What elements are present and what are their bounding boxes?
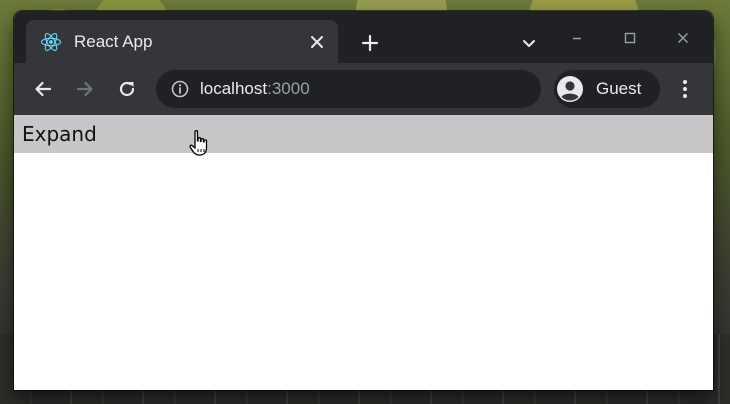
address-bar[interactable]: localhost:3000 xyxy=(156,70,541,108)
expand-label: Expand xyxy=(22,122,97,146)
maximize-icon[interactable] xyxy=(610,23,650,53)
close-tab-icon[interactable] xyxy=(302,27,332,57)
guest-avatar-icon xyxy=(556,75,584,103)
back-arrow-icon[interactable] xyxy=(28,74,58,104)
new-tab-icon[interactable] xyxy=(355,28,385,58)
forward-arrow-icon[interactable] xyxy=(70,74,100,104)
hand-pointer-icon xyxy=(188,129,212,157)
tab-react-app[interactable]: React App xyxy=(26,20,338,63)
kebab-menu-icon[interactable] xyxy=(670,74,700,104)
info-icon[interactable] xyxy=(170,79,190,99)
page-content: Expand xyxy=(14,115,713,390)
react-logo-icon xyxy=(40,31,62,53)
close-window-icon[interactable] xyxy=(663,23,703,53)
reload-icon[interactable] xyxy=(112,74,142,104)
url-port: :3000 xyxy=(267,79,310,98)
expand-button[interactable]: Expand xyxy=(14,115,713,153)
url-host: localhost xyxy=(200,79,268,98)
url-text: localhost:3000 xyxy=(200,79,310,99)
tab-title: React App xyxy=(74,31,153,51)
chevron-down-icon[interactable] xyxy=(514,28,544,58)
profile-label: Guest xyxy=(596,79,642,98)
profile-button[interactable]: Guest xyxy=(554,70,660,108)
browser-window: React App localhost:3000 Guest Expand xyxy=(14,11,713,390)
browser-toolbar: localhost:3000 Guest xyxy=(14,63,713,115)
tab-strip: React App xyxy=(14,11,713,63)
minimize-icon[interactable] xyxy=(557,23,597,53)
